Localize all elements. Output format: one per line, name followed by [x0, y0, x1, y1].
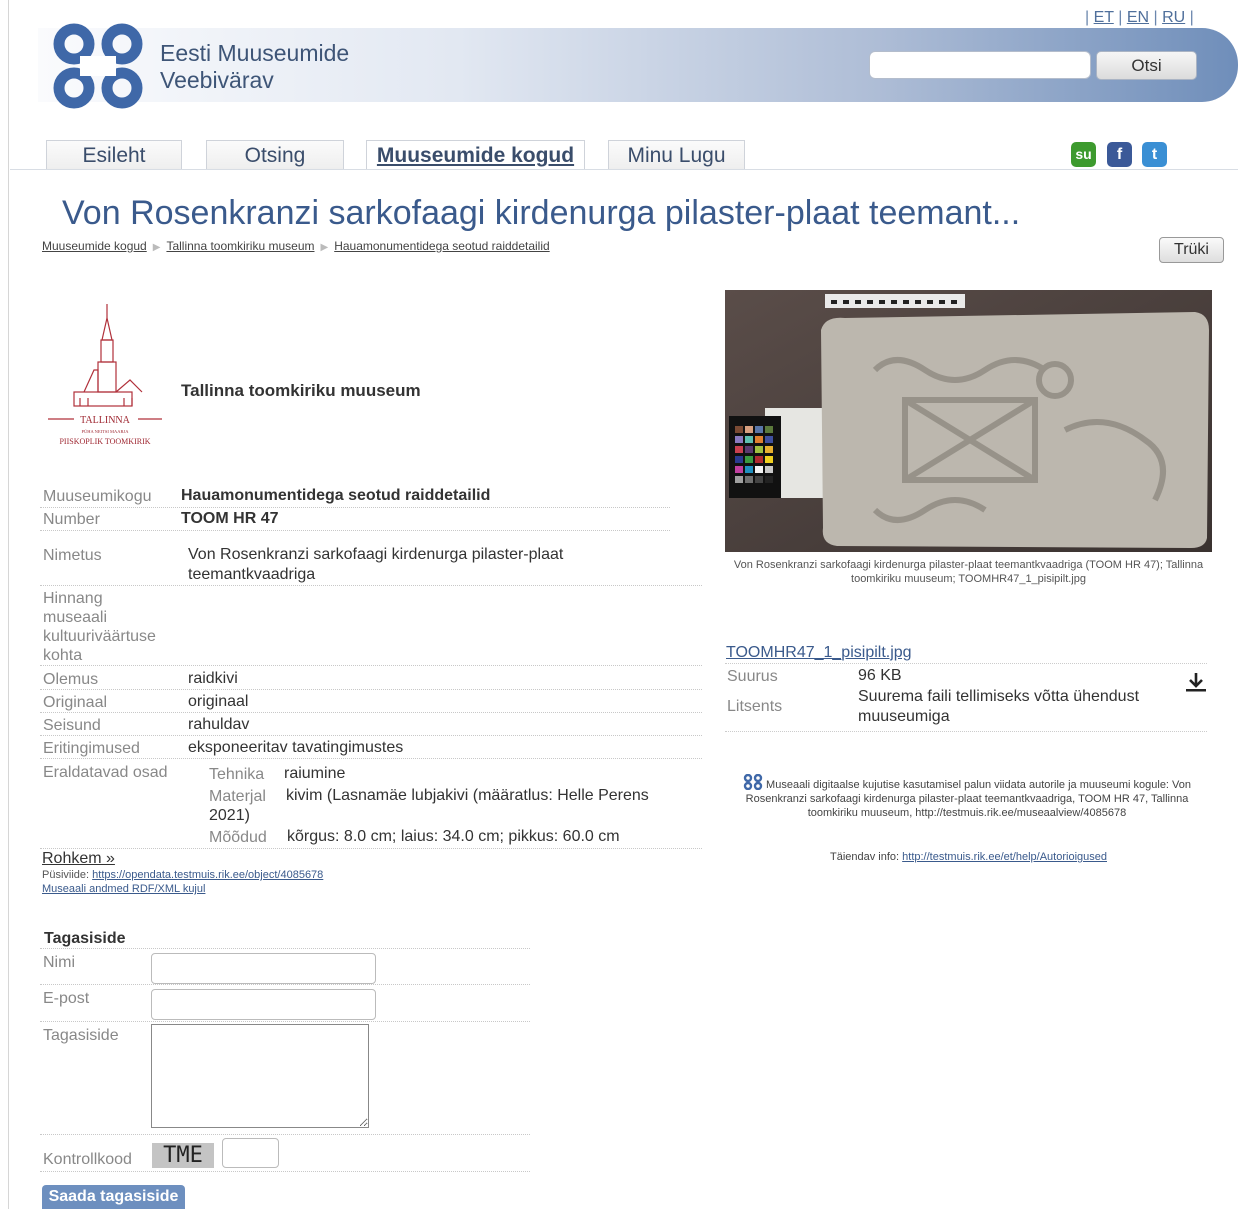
- detail-row: Nimetus Von Rosenkranzi sarkofaagi kirde…: [40, 540, 702, 586]
- message-textarea[interactable]: [151, 1024, 369, 1128]
- detail-value: Von Rosenkranzi sarkofaagi kirdenurga pi…: [188, 546, 564, 583]
- name-field[interactable]: [151, 953, 376, 984]
- detail-row: Hinnang museaali kultuuriväärtuse kohta: [40, 588, 702, 666]
- museum-name[interactable]: Tallinna toomkiriku muuseum: [181, 381, 421, 401]
- stumbleupon-icon[interactable]: su: [1071, 142, 1096, 167]
- rights-text: Museaali digitaalse kujutise kasutamisel…: [745, 779, 1192, 819]
- nav-divider: [10, 169, 1238, 170]
- breadcrumb: Muuseumide kogud ▶ Tallinna toomkiriku mus…: [42, 239, 550, 253]
- rdf-link[interactable]: Museaali andmed RDF/XML kujul: [42, 883, 205, 895]
- detail-row: Number TOOM HR 47: [40, 508, 670, 531]
- permalink-url[interactable]: https://opendata.testmuis.rik.ee/object/…: [92, 869, 323, 881]
- permalink-label: Püsiviide:: [42, 869, 90, 881]
- site-title-line2: Veebivärav: [160, 67, 274, 93]
- detail-label: Eritingimused: [43, 740, 140, 757]
- detail-row: Seisund rahuldav: [40, 714, 702, 736]
- feedback-row: Kontrollkood: [40, 1137, 530, 1172]
- detail-label: Originaal: [43, 694, 108, 711]
- send-feedback-button[interactable]: Saada tagasiside: [42, 1185, 185, 1209]
- portal-logo-icon: [743, 773, 763, 791]
- detail-value: kivim (Lasnamäe lubjakivi (määratlus: He…: [209, 787, 649, 824]
- email-label: E-post: [43, 990, 90, 1007]
- museum-logo-text: PÜHA NEITSI MAARJA: [81, 429, 129, 434]
- detail-value: TOOM HR 47: [181, 510, 279, 527]
- tab-muuseumide-kogud[interactable]: Muuseumide kogud: [366, 140, 585, 170]
- detail-value: originaal: [188, 693, 249, 710]
- tab-esileht[interactable]: Esileht: [46, 140, 182, 170]
- detail-row: Eritingimused eksponeeritav tavatingimus…: [40, 737, 702, 759]
- site-title-line1: Eesti Muuseumide: [160, 40, 350, 66]
- detail-value[interactable]: Hauamonumentidega seotud raiddetailid: [181, 486, 490, 506]
- feedback-heading: Tagasiside: [44, 930, 126, 947]
- museum-logo-text: TALLINNA: [80, 415, 131, 426]
- lang-en-link[interactable]: EN: [1127, 9, 1149, 26]
- page-left-border: [8, 0, 9, 1209]
- more-link[interactable]: Rohkem »: [42, 850, 115, 868]
- rights-notice: Museaali digitaalse kujutise kasutamisel…: [732, 773, 1202, 820]
- captcha-input[interactable]: [222, 1138, 279, 1168]
- detail-sublabel: Mõõdud: [209, 829, 267, 846]
- detail-label: Number: [43, 511, 100, 528]
- lang-et-link[interactable]: ET: [1094, 9, 1114, 26]
- detail-row: Olemus raidkivi: [40, 668, 702, 690]
- tab-otsing[interactable]: Otsing: [206, 140, 344, 170]
- facebook-icon[interactable]: f: [1107, 142, 1132, 167]
- detail-label: Seisund: [43, 717, 101, 734]
- captcha-image: TME: [152, 1143, 214, 1168]
- twitter-icon[interactable]: t: [1142, 142, 1167, 167]
- detail-value: raidkivi: [188, 670, 238, 687]
- breadcrumb-item[interactable]: Hauamonumentidega seotud raiddetailid: [334, 239, 549, 253]
- detail-value: rahuldav: [188, 716, 250, 733]
- detail-label: Hinnang museaali kultuuriväärtuse kohta: [43, 590, 156, 664]
- detail-label: Eraldatavad osad: [43, 764, 168, 781]
- lang-ru-link[interactable]: RU: [1162, 9, 1185, 26]
- museum-logo-icon: TALLINNA PÜHA NEITSI MAARJA PIISKOPLIK T…: [48, 304, 162, 446]
- size-label: Suurus: [727, 668, 778, 685]
- size-value: 96 KB: [858, 667, 902, 684]
- detail-value: raiumine: [284, 765, 346, 782]
- extra-info-link[interactable]: http://testmuis.rik.ee/et/help/Autorioig…: [902, 851, 1107, 863]
- detail-label: Olemus: [43, 671, 99, 688]
- download-icon[interactable]: [1185, 671, 1207, 699]
- search-input[interactable]: [869, 51, 1091, 79]
- detail-value: kõrgus: 8.0 cm; laius: 34.0 cm; pikkus: …: [287, 828, 620, 845]
- print-button[interactable]: Trüki: [1159, 237, 1224, 263]
- license-label: Litsents: [727, 698, 783, 715]
- photo-caption: Von Rosenkranzi sarkofaagi kirdenurga pi…: [733, 559, 1204, 585]
- tab-minu-lugu[interactable]: Minu Lugu: [608, 140, 745, 170]
- name-label: Nimi: [43, 954, 75, 971]
- email-field[interactable]: [151, 989, 376, 1020]
- message-label: Tagasiside: [43, 1027, 119, 1044]
- file-bottom-divider: [725, 731, 1207, 733]
- object-photo[interactable]: [725, 290, 1212, 552]
- language-switcher: | ET | EN | RU |: [1085, 9, 1194, 26]
- detail-label: Muuseumikogu: [43, 488, 152, 505]
- file-name-link[interactable]: TOOMHR47_1_pisipilt.jpg: [726, 644, 912, 662]
- file-divider: [725, 663, 1207, 665]
- extra-info: Täiendav info: http://testmuis.rik.ee/et…: [725, 851, 1212, 863]
- detail-row: Muuseumikogu Hauamonumentidega seotud ra…: [40, 485, 670, 508]
- detail-label: Nimetus: [43, 547, 102, 564]
- detail-row: Originaal originaal: [40, 691, 702, 713]
- breadcrumb-item[interactable]: Muuseumide kogud: [42, 239, 147, 253]
- license-value: Suurema faili tellimiseks võtta ühendust…: [858, 688, 1140, 725]
- detail-row: Eraldatavad osad Tehnika raiumine Materj…: [40, 760, 702, 849]
- breadcrumb-separator-icon: ▶: [320, 242, 329, 253]
- feedback-divider: [40, 948, 530, 949]
- detail-value: eksponeeritav tavatingimustes: [188, 739, 404, 756]
- permalink: Püsiviide: https://opendata.testmuis.rik…: [42, 869, 323, 881]
- breadcrumb-item[interactable]: Tallinna toomkiriku museum: [166, 239, 314, 253]
- detail-sublabel: Tehnika: [209, 766, 265, 783]
- search-button[interactable]: Otsi: [1096, 51, 1197, 80]
- site-logo-icon[interactable]: [50, 22, 146, 112]
- breadcrumb-separator-icon: ▶: [152, 242, 161, 253]
- page-title: Von Rosenkranzi sarkofaagi kirdenurga pi…: [62, 194, 1021, 232]
- captcha-label: Kontrollkood: [43, 1151, 132, 1168]
- extra-info-label: Täiendav info:: [829, 851, 900, 863]
- site-title[interactable]: Eesti Muuseumide Veebivärav: [160, 40, 349, 94]
- museum-logo-text: PIISKOPLIK TOOMKIRIK: [59, 437, 150, 446]
